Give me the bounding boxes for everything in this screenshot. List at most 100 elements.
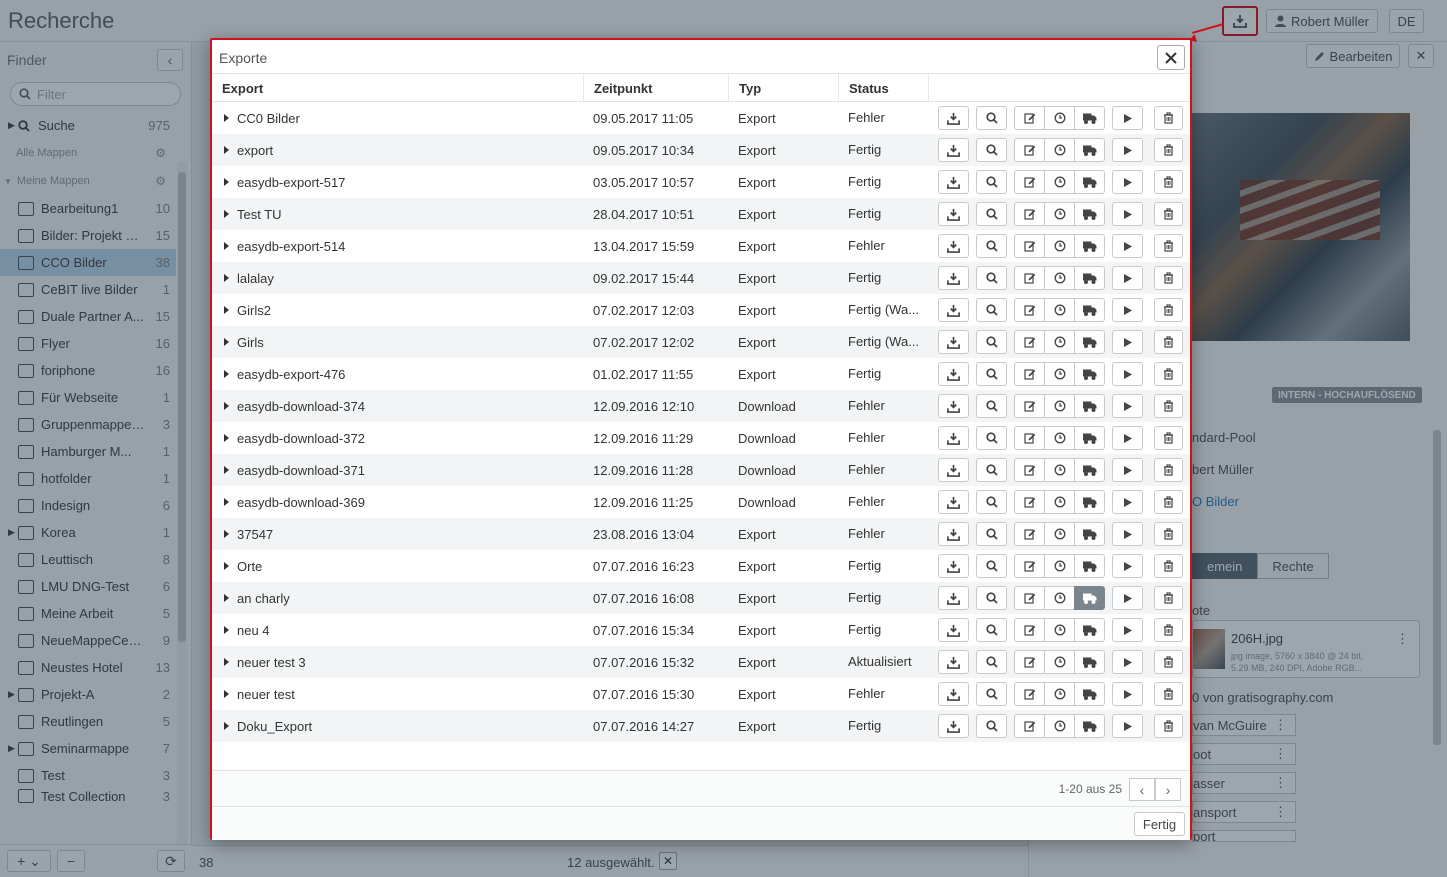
delete-button[interactable]	[1154, 682, 1183, 706]
transport-button[interactable]	[1074, 106, 1105, 130]
next-page-button[interactable]: ›	[1155, 778, 1181, 801]
transport-button[interactable]	[1074, 682, 1105, 706]
export-name-cell[interactable]: Doku_Export	[224, 710, 579, 742]
search-button[interactable]	[976, 490, 1007, 514]
search-button[interactable]	[976, 554, 1007, 578]
transport-button[interactable]	[1074, 394, 1105, 418]
transport-button[interactable]	[1074, 522, 1105, 546]
delete-button[interactable]	[1154, 202, 1183, 226]
edit-button[interactable]	[1014, 202, 1045, 226]
delete-button[interactable]	[1154, 554, 1183, 578]
export-name-cell[interactable]: easydb-export-517	[224, 166, 579, 198]
transport-button[interactable]	[1074, 170, 1105, 194]
expand-row-icon[interactable]	[224, 242, 229, 250]
table-row[interactable]: CC0 Bilder 09.05.2017 11:05 Export Fehle…	[212, 102, 1190, 134]
search-button[interactable]	[976, 682, 1007, 706]
download-button[interactable]	[938, 554, 969, 578]
edit-button[interactable]	[1014, 650, 1045, 674]
run-button[interactable]	[1112, 234, 1143, 258]
search-button[interactable]	[976, 522, 1007, 546]
export-name-cell[interactable]: an charly	[224, 582, 579, 614]
export-name-cell[interactable]: export	[224, 134, 579, 166]
run-button[interactable]	[1112, 394, 1143, 418]
schedule-button[interactable]	[1044, 202, 1075, 226]
download-button[interactable]	[938, 426, 969, 450]
search-button[interactable]	[976, 458, 1007, 482]
expand-row-icon[interactable]	[224, 466, 229, 474]
search-button[interactable]	[976, 394, 1007, 418]
download-button[interactable]	[938, 586, 969, 610]
table-row[interactable]: easydb-export-514 13.04.2017 15:59 Expor…	[212, 230, 1190, 262]
transport-button[interactable]	[1074, 490, 1105, 514]
search-button[interactable]	[976, 138, 1007, 162]
expand-row-icon[interactable]	[224, 434, 229, 442]
expand-row-icon[interactable]	[224, 562, 229, 570]
download-button[interactable]	[938, 234, 969, 258]
run-button[interactable]	[1112, 490, 1143, 514]
expand-row-icon[interactable]	[224, 370, 229, 378]
download-button[interactable]	[938, 682, 969, 706]
search-button[interactable]	[976, 266, 1007, 290]
transport-button[interactable]	[1074, 618, 1105, 642]
transport-button[interactable]	[1074, 330, 1105, 354]
download-button[interactable]	[938, 394, 969, 418]
run-button[interactable]	[1112, 330, 1143, 354]
run-button[interactable]	[1112, 426, 1143, 450]
expand-row-icon[interactable]	[224, 402, 229, 410]
schedule-button[interactable]	[1044, 682, 1075, 706]
schedule-button[interactable]	[1044, 298, 1075, 322]
delete-button[interactable]	[1154, 138, 1183, 162]
edit-button[interactable]	[1014, 330, 1045, 354]
schedule-button[interactable]	[1044, 618, 1075, 642]
download-button[interactable]	[938, 266, 969, 290]
schedule-button[interactable]	[1044, 426, 1075, 450]
download-button[interactable]	[938, 362, 969, 386]
download-button[interactable]	[938, 618, 969, 642]
schedule-button[interactable]	[1044, 266, 1075, 290]
edit-button[interactable]	[1014, 714, 1045, 738]
transport-button[interactable]	[1074, 586, 1105, 610]
expand-row-icon[interactable]	[224, 274, 229, 282]
transport-button[interactable]	[1074, 554, 1105, 578]
download-button[interactable]	[938, 298, 969, 322]
table-row[interactable]: Girls2 07.02.2017 12:03 Export Fertig (W…	[212, 294, 1190, 326]
search-button[interactable]	[976, 586, 1007, 610]
table-row[interactable]: 37547 23.08.2016 13:04 Export Fehler	[212, 518, 1190, 550]
search-button[interactable]	[976, 714, 1007, 738]
table-row[interactable]: Orte 07.07.2016 16:23 Export Fertig	[212, 550, 1190, 582]
download-button[interactable]	[938, 106, 969, 130]
transport-button[interactable]	[1074, 138, 1105, 162]
delete-button[interactable]	[1154, 298, 1183, 322]
transport-button[interactable]	[1074, 362, 1105, 386]
transport-button[interactable]	[1074, 650, 1105, 674]
run-button[interactable]	[1112, 138, 1143, 162]
run-button[interactable]	[1112, 170, 1143, 194]
table-row[interactable]: easydb-download-372 12.09.2016 11:29 Dow…	[212, 422, 1190, 454]
table-row[interactable]: easydb-download-369 12.09.2016 11:25 Dow…	[212, 486, 1190, 518]
delete-button[interactable]	[1154, 394, 1183, 418]
table-row[interactable]: neuer test 3 07.07.2016 15:32 Export Akt…	[212, 646, 1190, 678]
export-name-cell[interactable]: easydb-download-369	[224, 486, 579, 518]
table-row[interactable]: Doku_Export 07.07.2016 14:27 Export Fert…	[212, 710, 1190, 742]
download-button[interactable]	[938, 138, 969, 162]
run-button[interactable]	[1112, 682, 1143, 706]
schedule-button[interactable]	[1044, 650, 1075, 674]
schedule-button[interactable]	[1044, 714, 1075, 738]
delete-button[interactable]	[1154, 618, 1183, 642]
export-name-cell[interactable]: Orte	[224, 550, 579, 582]
schedule-button[interactable]	[1044, 362, 1075, 386]
schedule-button[interactable]	[1044, 522, 1075, 546]
delete-button[interactable]	[1154, 266, 1183, 290]
schedule-button[interactable]	[1044, 170, 1075, 194]
expand-row-icon[interactable]	[224, 594, 229, 602]
transport-button[interactable]	[1074, 714, 1105, 738]
run-button[interactable]	[1112, 106, 1143, 130]
download-button[interactable]	[938, 522, 969, 546]
run-button[interactable]	[1112, 362, 1143, 386]
export-name-cell[interactable]: easydb-download-374	[224, 390, 579, 422]
edit-button[interactable]	[1014, 458, 1045, 482]
schedule-button[interactable]	[1044, 330, 1075, 354]
schedule-button[interactable]	[1044, 394, 1075, 418]
delete-button[interactable]	[1154, 170, 1183, 194]
expand-row-icon[interactable]	[224, 498, 229, 506]
